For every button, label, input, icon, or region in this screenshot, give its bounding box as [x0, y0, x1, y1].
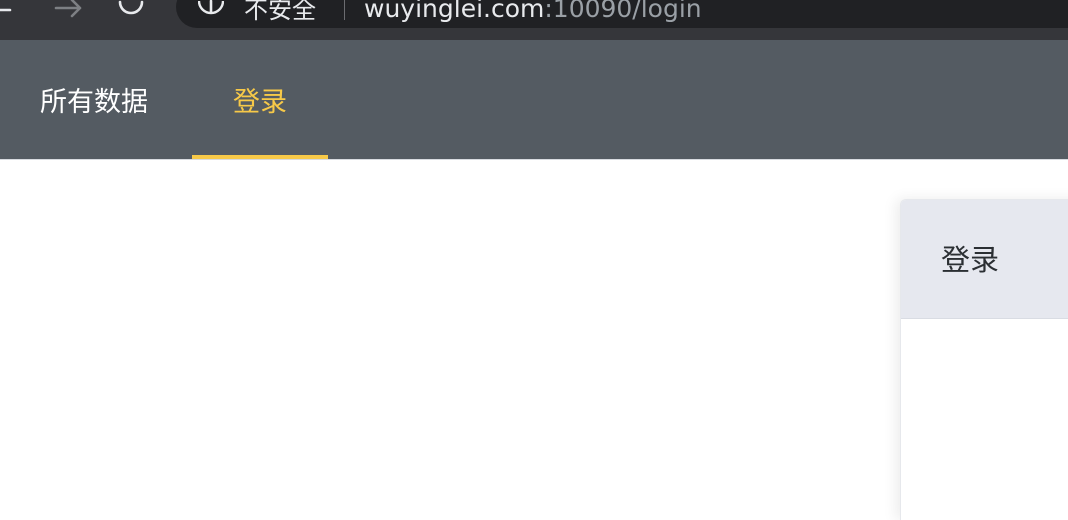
nav-tab-all-data[interactable]: 所有数据 — [40, 40, 148, 159]
url-host: wuyinglei.com — [364, 0, 545, 23]
login-card-header: 登录 — [901, 200, 1068, 319]
url-path: :10090/login — [544, 0, 702, 23]
back-arrow-icon — [0, 8, 12, 12]
forward-arrow-icon — [54, 0, 82, 18]
not-secure-label: 不安全 — [244, 0, 316, 24]
login-card: 登录 — [900, 199, 1068, 520]
url-text[interactable]: wuyinglei.com:10090/login — [364, 0, 702, 21]
navbar-divider — [0, 159, 1068, 160]
login-card-title: 登录 — [941, 243, 1000, 277]
address-separator — [344, 0, 345, 20]
forward-button[interactable] — [52, 0, 86, 20]
nav-tab-login[interactable]: 登录 — [192, 40, 328, 159]
main-navbar: 所有数据 登录 — [0, 40, 1068, 159]
reload-icon — [118, 0, 144, 15]
address-bar[interactable]: 不安全 wuyinglei.com:10090/login — [176, 0, 1068, 28]
browser-toolbar: 不安全 wuyinglei.com:10090/login — [0, 0, 1068, 41]
info-circle-icon[interactable] — [198, 0, 224, 22]
reload-button[interactable] — [114, 0, 148, 20]
back-button[interactable] — [0, 0, 14, 20]
